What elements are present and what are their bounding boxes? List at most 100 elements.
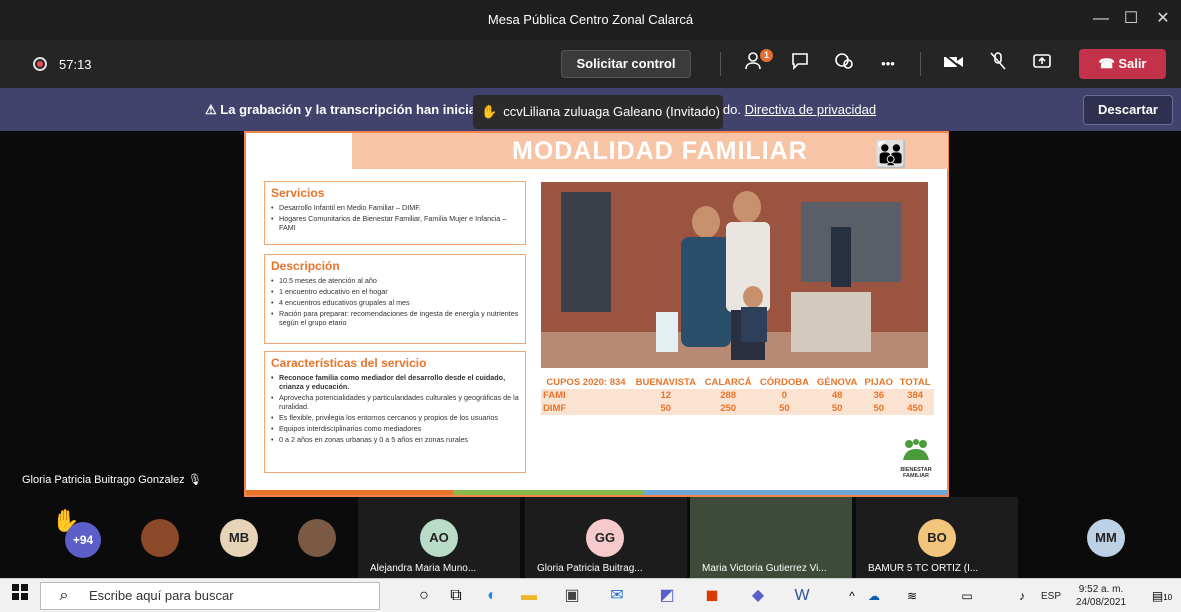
table-header-cell: CÓRDOBA [759, 377, 809, 388]
participants-icon[interactable]: 1 [743, 49, 773, 77]
participants-badge: 1 [760, 49, 773, 62]
battery-icon[interactable]: ▭ [955, 584, 979, 608]
warning-icon: ⚠ [205, 102, 221, 117]
raised-hand-notification: ✋ ccvLiliana zuluaga Galeano (Invitado) [473, 95, 723, 129]
maximize-button[interactable]: ☐ [1117, 8, 1145, 32]
search-icon: ⌕ [59, 587, 69, 604]
close-button[interactable]: ✕ [1149, 8, 1177, 32]
meeting-timer: 57:13 [59, 57, 92, 72]
cortana-icon[interactable]: ○ [412, 584, 436, 608]
table-header-cell: CUPOS 2020: 834 [546, 377, 626, 388]
participant-avatar: AO [420, 519, 458, 557]
family-photo [541, 182, 928, 368]
store-icon[interactable]: ▣ [560, 584, 584, 608]
edge-browser-icon[interactable]: ◐ [480, 584, 504, 608]
family-icon: 👪 [874, 139, 908, 169]
mail-icon[interactable]: ✉ [605, 584, 629, 608]
volume-icon[interactable]: ♪ [1010, 584, 1034, 608]
servicios-heading: Servicios [271, 186, 325, 200]
discard-button[interactable]: Descartar [1083, 95, 1173, 125]
title-bar: Mesa Pública Centro Zonal Calarcá — ☐ ✕ [0, 0, 1181, 40]
request-control-button[interactable]: Solicitar control [561, 50, 691, 78]
slide-title: MODALIDAD FAMILIAR 👪 [352, 133, 948, 169]
color-stripe [246, 490, 453, 495]
bienestar-familiar-logo: BIENESTAR FAMILIAR [894, 438, 938, 480]
input-language[interactable]: ESP [1041, 591, 1061, 602]
caracteristicas-box: Características del servicio Reconoce fa… [264, 351, 526, 473]
raised-hand-icon: ✋ [481, 104, 498, 119]
participant-avatar: BO [918, 519, 956, 557]
cupos-table: CUPOS 2020: 834 BUENAVISTA CALARCÁ CÓRDO… [541, 376, 934, 415]
phone-hangup-icon: ☎ [1098, 56, 1119, 71]
camera-off-icon[interactable] [941, 51, 967, 77]
system-tray-chevron-icon[interactable]: ^ [840, 584, 864, 608]
chat-icon[interactable] [787, 51, 813, 77]
speaker-name: Gloria Patricia Buitrago Gonzalez 🎙 [22, 474, 202, 486]
mic-off-icon[interactable] [985, 51, 1011, 77]
list-item: Aprovecha potencialidades y particularid… [271, 393, 519, 411]
taskbar-clock[interactable]: 9:52 a. m. 24/08/2021 [1076, 583, 1126, 609]
color-stripe [643, 490, 947, 495]
participant-video-thumbnail[interactable] [298, 519, 336, 557]
descripcion-box: Descripción 10.5 meses de atención al añ… [264, 254, 526, 344]
leave-button[interactable]: ☎ Salir [1079, 49, 1166, 79]
file-explorer-icon[interactable]: ▬ [517, 584, 541, 608]
minimize-button[interactable]: — [1087, 8, 1115, 32]
list-item: Es flexible, privilegia los entornos cer… [271, 413, 519, 422]
recording-icon [33, 57, 47, 71]
participant-video-thumbnail[interactable] [141, 519, 179, 557]
presentation-slide: MODALIDAD FAMILIAR 👪 Servicios Desarroll… [244, 131, 949, 497]
participant-avatar: GG [586, 519, 624, 557]
reactions-icon[interactable] [831, 51, 857, 77]
table-header-cell: PIJAO [864, 377, 893, 388]
table-header-cell: CALARCÁ [704, 377, 752, 388]
table-header-cell: BUENAVISTA [635, 377, 696, 388]
recording-message-tail: ido. Directiva de privacidad [720, 102, 877, 117]
word-icon[interactable]: W [790, 584, 814, 608]
more-options-icon[interactable]: ••• [875, 51, 901, 77]
task-view-icon[interactable]: ⧉ [444, 584, 468, 608]
photos-icon[interactable]: ◩ [655, 584, 679, 608]
share-screen-icon[interactable] [1029, 51, 1055, 77]
list-item: 1 encuentro educativo en el hogar [271, 287, 519, 296]
network-icon[interactable]: ≋ [900, 584, 924, 608]
table-row: DIMF 50 250 50 50 50 450 [541, 402, 934, 415]
participant-name: Alejandra Maria Muno... [370, 563, 477, 574]
table-header-cell: TOTAL [899, 377, 931, 388]
list-item: Reconoce familia como mediador del desar… [271, 373, 519, 391]
list-item: Desarrollo Infantil en Medio Familiar – … [271, 203, 519, 212]
color-stripe [453, 490, 643, 495]
participant-name: Maria Victoria Gutierrez Vi... [702, 563, 827, 574]
list-item: 0 a 2 años en zonas urbanas y 0 a 5 años… [271, 435, 519, 444]
mic-off-icon: 🎙 [187, 474, 202, 486]
meeting-toolbar: 57:13 Solicitar control 1 ••• ☎ Salir [0, 40, 1181, 88]
list-item: Equipos interdisciplinarios como mediado… [271, 424, 519, 433]
list-item: 4 encuentros educativos grupales al mes [271, 298, 519, 307]
list-item: Hogares Comunitarios de Bienestar Famili… [271, 214, 519, 232]
notifications-icon[interactable]: ▤10 [1150, 584, 1174, 608]
list-item: 10.5 meses de atención al año [271, 276, 519, 285]
caracteristicas-heading: Características del servicio [271, 356, 427, 370]
privacy-link[interactable]: Directiva de privacidad [745, 102, 877, 117]
window-title: Mesa Pública Centro Zonal Calarcá [487, 12, 694, 27]
table-header-cell: GÉNOVA [816, 377, 858, 388]
participant-name: BAMUR 5 TC ORTIZ (I... [868, 563, 979, 574]
leave-label: Salir [1118, 56, 1147, 71]
participant-name: Gloria Patricia Buitrag... [537, 563, 643, 574]
recording-message: ⚠ La grabación y la transcripción han in… [205, 102, 477, 117]
more-participants-button[interactable]: +94 [65, 522, 101, 558]
toolbar-divider [920, 52, 921, 76]
teams-icon[interactable]: ◆ [746, 584, 770, 608]
participant-avatar[interactable]: MM [1087, 519, 1125, 557]
list-item: Ración para preparar: recomendaciones de… [271, 309, 519, 327]
table-row: FAMI 12 288 0 48 36 384 [541, 389, 934, 402]
participant-avatar[interactable]: MB [220, 519, 258, 557]
servicios-box: Servicios Desarrollo Infantil en Medio F… [264, 181, 526, 245]
office-icon[interactable]: ◼ [700, 584, 724, 608]
descripcion-heading: Descripción [271, 259, 340, 273]
toolbar-divider [720, 52, 721, 76]
windows-taskbar: Escribe aquí para buscar ⌕ ○ ⧉ ◐ ▬ ▣ ✉ ◩… [0, 578, 1181, 612]
windows-start-icon[interactable] [8, 584, 32, 608]
onedrive-icon[interactable]: ☁ [862, 584, 886, 608]
taskbar-search-input[interactable]: Escribe aquí para buscar [40, 582, 380, 610]
